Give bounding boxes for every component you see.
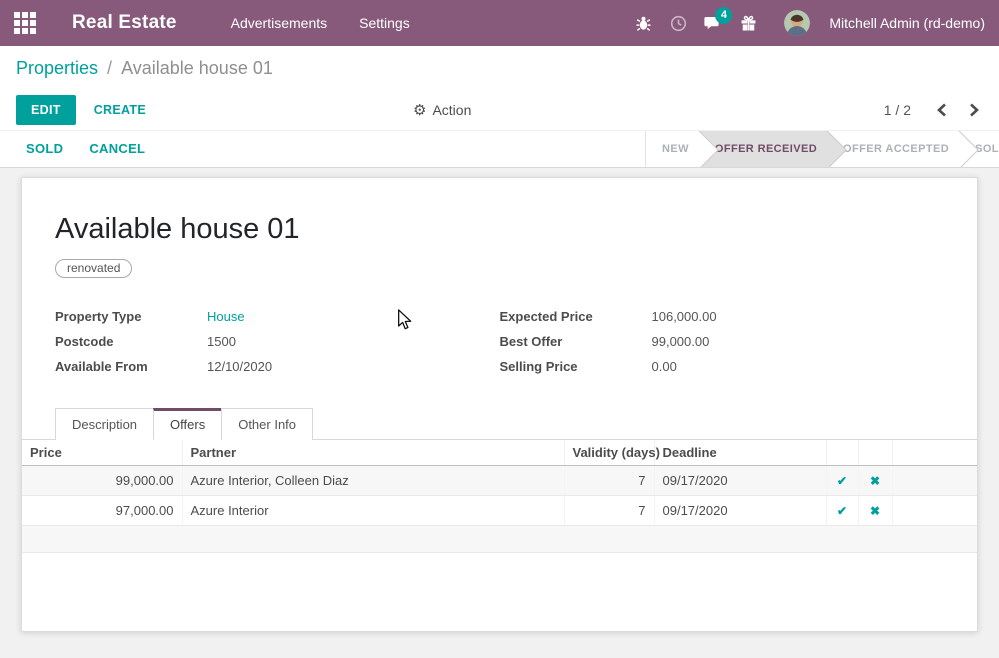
col-price[interactable]: Price <box>22 440 182 466</box>
property-type-value[interactable]: House <box>207 309 245 324</box>
tab-bar: Description Offers Other Info <box>22 408 977 440</box>
bug-icon[interactable] <box>634 14 652 32</box>
breadcrumb-current: Available house 01 <box>121 58 273 79</box>
page-title: Available house 01 <box>55 213 944 246</box>
gift-icon[interactable] <box>739 14 757 32</box>
tag-renovated[interactable]: renovated <box>55 259 132 278</box>
offer-partner: Azure Interior, Colleen Diaz <box>182 466 564 496</box>
accept-offer-icon[interactable]: ✔ <box>826 466 858 496</box>
pager-previous-button[interactable] <box>933 101 951 119</box>
create-button[interactable]: CREATE <box>94 103 146 117</box>
stage-offer-accepted[interactable]: OFFER ACCEPTED <box>827 131 959 167</box>
selling-price-value: 0.00 <box>652 359 677 374</box>
message-count-badge[interactable]: 4 <box>715 7 732 24</box>
expected-price-label: Expected Price <box>500 309 652 324</box>
offer-row[interactable]: 99,000.00 Azure Interior, Colleen Diaz 7… <box>22 466 977 496</box>
offer-validity: 7 <box>564 496 654 526</box>
notebook: Description Offers Other Info Price Part… <box>22 408 977 553</box>
cancel-button[interactable]: CANCEL <box>89 131 145 167</box>
menu-settings[interactable]: Settings <box>357 11 412 35</box>
col-deadline[interactable]: Deadline <box>654 440 826 466</box>
offer-price: 99,000.00 <box>22 466 182 496</box>
activities-clock-icon[interactable] <box>669 14 687 32</box>
form-view: Available house 01 renovated Property Ty… <box>0 168 999 632</box>
best-offer-value: 99,000.00 <box>652 334 710 349</box>
expected-price-value: 106,000.00 <box>652 309 717 324</box>
apps-grid-icon[interactable] <box>14 12 36 34</box>
empty-list-row <box>22 526 977 553</box>
field-group-left: Property Type House Postcode 1500 Availa… <box>55 304 500 379</box>
menu-advertisements[interactable]: Advertisements <box>229 11 329 35</box>
refuse-offer-icon[interactable]: ✖ <box>858 466 892 496</box>
pager-count: 1 / 2 <box>884 102 911 118</box>
offers-header-row: Price Partner Validity (days) Deadline <box>22 440 977 466</box>
accept-offer-icon[interactable]: ✔ <box>826 496 858 526</box>
best-offer-label: Best Offer <box>500 334 652 349</box>
offers-table: Price Partner Validity (days) Deadline 9… <box>22 440 977 553</box>
postcode-label: Postcode <box>55 334 207 349</box>
col-validity[interactable]: Validity (days) <box>564 440 654 466</box>
available-from-label: Available From <box>55 359 207 374</box>
pager: 1 / 2 <box>884 101 983 119</box>
pager-next-button[interactable] <box>965 101 983 119</box>
breadcrumb-separator: / <box>107 58 112 79</box>
offer-validity: 7 <box>564 466 654 496</box>
postcode-value: 1500 <box>207 334 236 349</box>
stage-new[interactable]: NEW <box>646 131 699 167</box>
offer-deadline: 09/17/2020 <box>654 496 826 526</box>
tab-offers[interactable]: Offers <box>153 408 222 440</box>
navbar-right: 4 Mitchell Admin (rd-demo) <box>634 10 985 36</box>
available-from-value: 12/10/2020 <box>207 359 272 374</box>
field-groups: Property Type House Postcode 1500 Availa… <box>55 304 944 379</box>
property-type-label: Property Type <box>55 309 207 324</box>
field-group-right: Expected Price 106,000.00 Best Offer 99,… <box>500 304 945 379</box>
gear-icon: ⚙ <box>413 101 426 119</box>
offer-row[interactable]: 97,000.00 Azure Interior 7 09/17/2020 ✔ … <box>22 496 977 526</box>
offer-price: 97,000.00 <box>22 496 182 526</box>
breadcrumb: Properties / Available house 01 <box>0 46 999 90</box>
control-panel: EDIT CREATE ⚙ Action 1 / 2 <box>0 90 999 130</box>
selling-price-label: Selling Price <box>500 359 652 374</box>
app-brand[interactable]: Real Estate <box>72 12 177 34</box>
form-action-bar: SOLD CANCEL NEW OFFER RECEIVED OFFER ACC… <box>0 130 999 168</box>
form-sheet: Available house 01 renovated Property Ty… <box>21 177 978 632</box>
edit-button[interactable]: EDIT <box>16 95 76 125</box>
messages-icon[interactable]: 4 <box>704 14 722 32</box>
tab-other-info[interactable]: Other Info <box>221 408 313 440</box>
tab-description[interactable]: Description <box>55 408 154 440</box>
breadcrumb-parent-link[interactable]: Properties <box>16 58 98 79</box>
user-avatar[interactable] <box>784 10 810 36</box>
nav-menus: Advertisements Settings <box>229 11 412 35</box>
user-name[interactable]: Mitchell Admin (rd-demo) <box>829 15 985 31</box>
offer-deadline: 09/17/2020 <box>654 466 826 496</box>
action-menu-button[interactable]: ⚙ Action <box>413 101 471 119</box>
statusbar: NEW OFFER RECEIVED OFFER ACCEPTED SOLD <box>645 131 999 167</box>
refuse-offer-icon[interactable]: ✖ <box>858 496 892 526</box>
col-partner[interactable]: Partner <box>182 440 564 466</box>
action-menu-label: Action <box>432 102 471 118</box>
top-navbar: Real Estate Advertisements Settings 4 <box>0 0 999 46</box>
offer-partner: Azure Interior <box>182 496 564 526</box>
sold-button[interactable]: SOLD <box>26 131 63 167</box>
